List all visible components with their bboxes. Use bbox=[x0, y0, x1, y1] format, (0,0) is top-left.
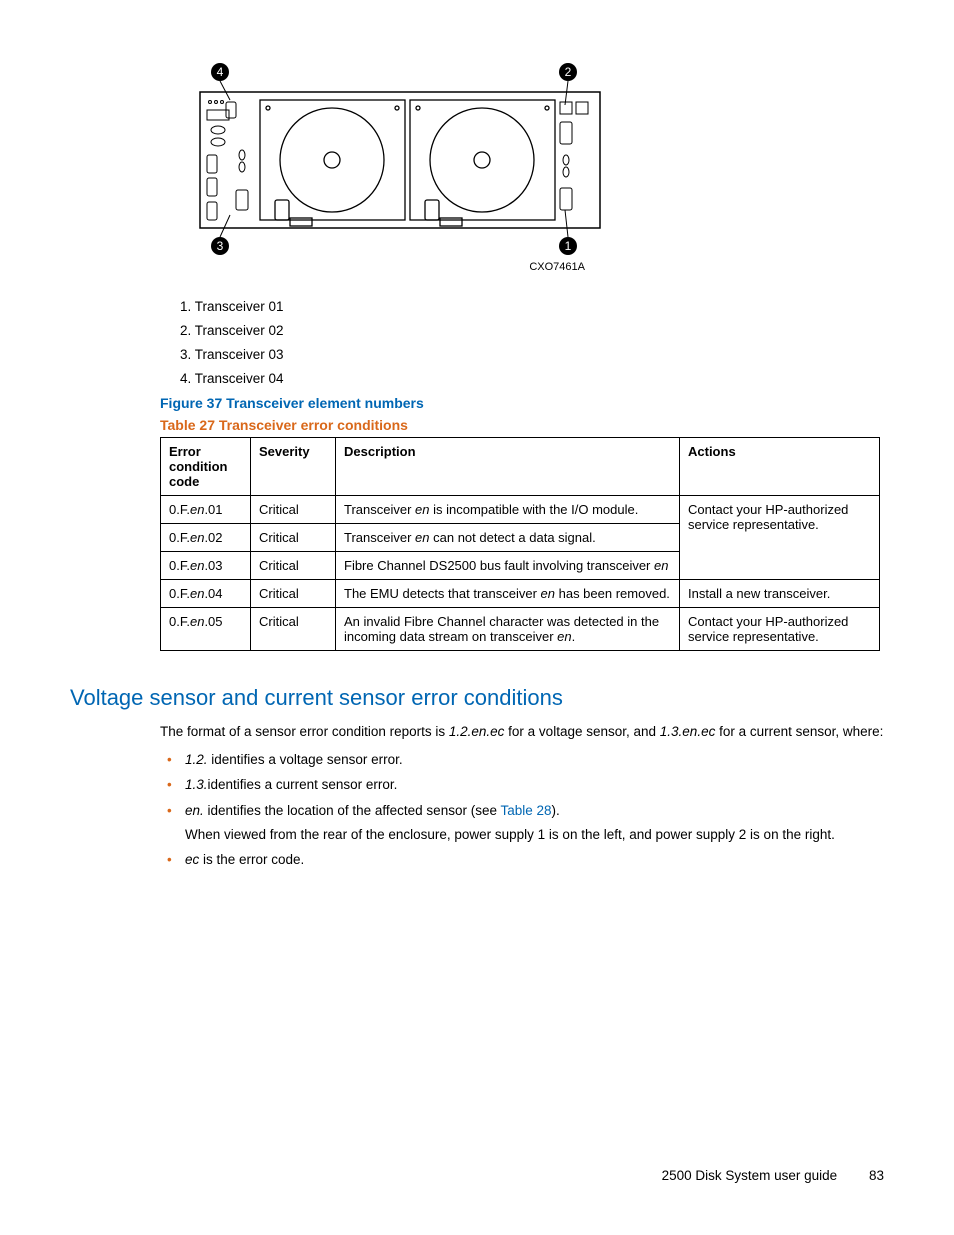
callout-4: 4 bbox=[217, 65, 224, 79]
diagram-legend: 1. Transceiver 01 2. Transceiver 02 3. T… bbox=[180, 299, 884, 386]
footer-title: 2500 Disk System user guide bbox=[662, 1168, 838, 1183]
list-item: 1.2. identifies a voltage sensor error. bbox=[185, 751, 884, 769]
error-conditions-table: Error condition code Severity Descriptio… bbox=[160, 437, 880, 651]
bullet-list: 1.2. identifies a voltage sensor error. … bbox=[185, 751, 884, 869]
callout-1: 1 bbox=[565, 239, 572, 253]
table-row: 0.F.en.01 Critical Transceiver en is inc… bbox=[161, 496, 880, 524]
th-severity: Severity bbox=[251, 438, 336, 496]
table-caption: Table 27 Transceiver error conditions bbox=[160, 417, 884, 433]
callout-3: 3 bbox=[217, 239, 224, 253]
table-28-link[interactable]: Table 28 bbox=[500, 803, 551, 818]
section-heading: Voltage sensor and current sensor error … bbox=[70, 685, 884, 711]
sub-paragraph: When viewed from the rear of the enclosu… bbox=[185, 826, 884, 844]
legend-item: 1. Transceiver 01 bbox=[180, 299, 884, 314]
list-item: ec is the error code. bbox=[185, 851, 884, 869]
intro-paragraph: The format of a sensor error condition r… bbox=[160, 723, 884, 741]
page-footer: 2500 Disk System user guide 83 bbox=[662, 1168, 884, 1183]
callout-2: 2 bbox=[565, 65, 572, 79]
th-description: Description bbox=[336, 438, 680, 496]
th-code: Error condition code bbox=[161, 438, 251, 496]
table-row: 0.F.en.05 Critical An invalid Fibre Chan… bbox=[161, 608, 880, 651]
legend-item: 3. Transceiver 03 bbox=[180, 347, 884, 362]
th-actions: Actions bbox=[680, 438, 880, 496]
transceiver-diagram: 4 2 3 1 bbox=[180, 60, 884, 285]
figure-caption: Figure 37 Transceiver element numbers bbox=[160, 395, 884, 411]
legend-item: 2. Transceiver 02 bbox=[180, 323, 884, 338]
table-row: 0.F.en.04 Critical The EMU detects that … bbox=[161, 580, 880, 608]
legend-item: 4. Transceiver 04 bbox=[180, 371, 884, 386]
list-item: en. identifies the location of the affec… bbox=[185, 802, 884, 844]
page-number: 83 bbox=[869, 1168, 884, 1183]
diagram-ref: CXO7461A bbox=[529, 261, 585, 273]
list-item: 1.3.identifies a current sensor error. bbox=[185, 776, 884, 794]
